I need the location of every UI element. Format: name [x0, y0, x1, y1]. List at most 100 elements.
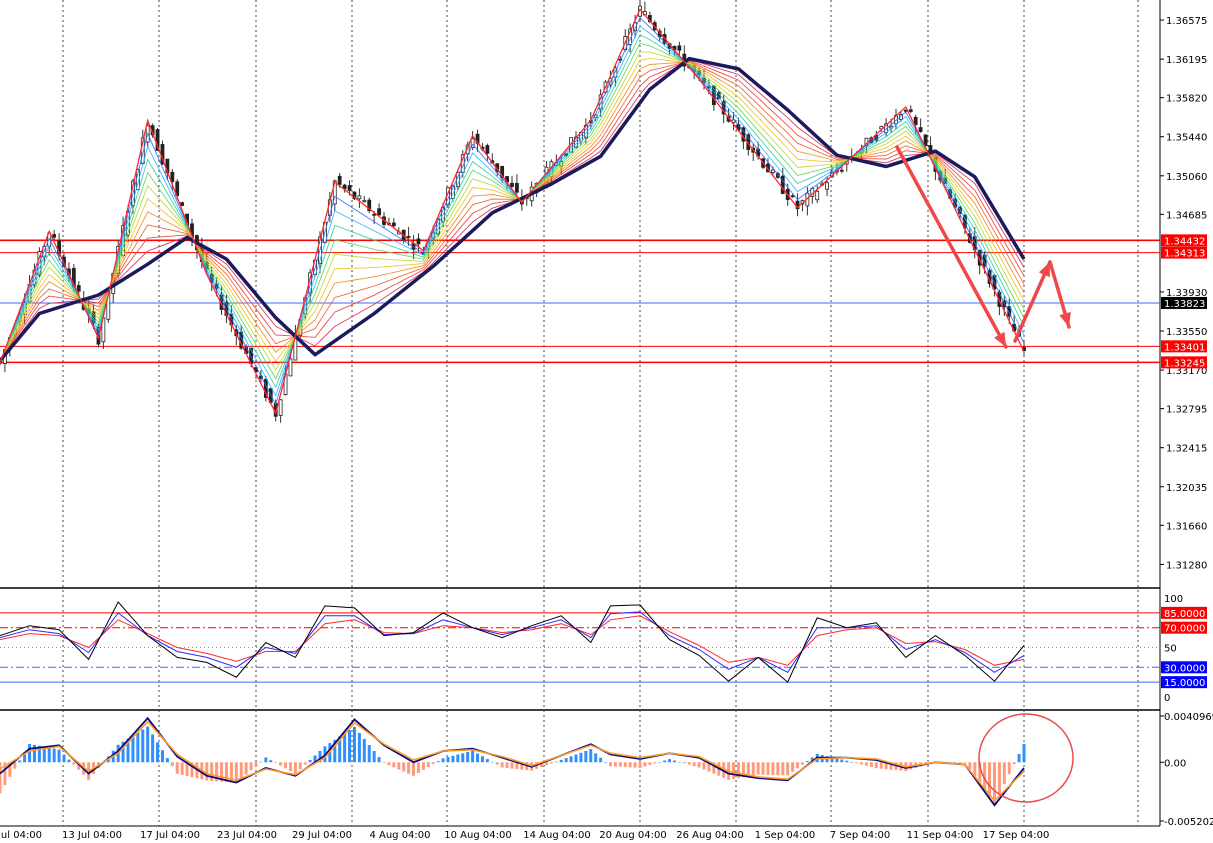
time-axis-label: 10 Aug 04:00 — [444, 830, 511, 841]
macd-histogram-bar — [874, 762, 878, 769]
macd-tick-label: 0.00 — [1164, 758, 1186, 769]
macd-histogram-bar — [682, 762, 686, 764]
macd-histogram-bar — [52, 748, 56, 763]
macd-histogram-bar — [751, 762, 755, 776]
macd-histogram-bar — [480, 756, 484, 763]
macd-histogram-bar — [500, 762, 504, 768]
macd-histogram-bar — [628, 762, 632, 768]
price-tick-label: 1.35820 — [1166, 94, 1207, 105]
macd-histogram-bar — [431, 762, 435, 765]
time-axis-label: 4 Aug 04:00 — [369, 830, 430, 841]
macd-histogram-bar — [495, 762, 499, 765]
macd-histogram-bar — [544, 762, 548, 766]
candle-body — [839, 169, 844, 172]
stoch-level-label: 30.0000 — [1164, 663, 1205, 674]
macd-histogram-bar — [476, 753, 480, 763]
time-axis-label: Jul 04:00 — [0, 830, 42, 841]
macd-histogram-bar — [855, 762, 859, 764]
macd-histogram-bar — [136, 732, 140, 763]
macd-histogram-bar — [441, 758, 445, 763]
macd-histogram-bar — [377, 757, 381, 763]
macd-histogram-bar — [471, 750, 475, 763]
macd-histogram-bar — [279, 762, 283, 766]
macd-histogram-bar — [466, 752, 470, 763]
candle-body — [337, 175, 342, 185]
price-tick-label: 1.33550 — [1166, 327, 1207, 338]
macd-histogram-bar — [180, 762, 184, 775]
macd-histogram-bar — [382, 762, 386, 764]
macd-histogram-bar — [416, 762, 420, 773]
macd-histogram-bar — [840, 759, 844, 763]
candle-body — [406, 235, 411, 238]
time-axis-label: 17 Sep 04:00 — [983, 830, 1050, 841]
candle-body — [416, 238, 421, 245]
macd-histogram-bar — [490, 761, 494, 763]
macd-histogram-bar — [47, 747, 51, 763]
price-tick-label: 1.35440 — [1166, 133, 1207, 144]
stoch-level-label: 70.0000 — [1164, 624, 1205, 635]
price-tick-label: 1.31660 — [1166, 521, 1207, 532]
candle-body — [377, 208, 381, 216]
macd-histogram-bar — [953, 762, 957, 763]
macd-histogram-bar — [594, 753, 598, 763]
candle-body — [908, 109, 913, 112]
candle-body — [923, 134, 928, 146]
macd-histogram-bar — [638, 762, 642, 768]
macd-histogram-bar — [72, 762, 76, 765]
macd-histogram-bar — [604, 761, 608, 763]
stoch-level-label: 85.0000 — [1164, 609, 1205, 620]
macd-histogram-bar — [446, 757, 450, 763]
macd-histogram-bar — [367, 745, 371, 763]
time-axis-label: 29 Jul 04:00 — [292, 830, 352, 841]
macd-histogram-bar — [579, 752, 583, 763]
macd-histogram-bar — [835, 758, 839, 763]
macd-histogram-bar — [761, 762, 765, 775]
macd-histogram-bar — [269, 760, 273, 763]
macd-histogram-bar — [992, 762, 996, 805]
macd-histogram-bar — [1022, 743, 1026, 763]
price-level-label: 1.33401 — [1164, 342, 1205, 353]
macd-histogram-bar — [732, 762, 736, 779]
macd-histogram-bar — [574, 754, 578, 763]
macd-histogram-bar — [796, 762, 800, 769]
macd-histogram-bar — [293, 762, 297, 774]
candle-body — [780, 175, 785, 194]
macd-histogram-bar — [663, 760, 667, 763]
macd-histogram-bar — [451, 755, 455, 763]
candle-body — [372, 213, 377, 216]
macd-histogram-bar — [658, 762, 662, 763]
macd-histogram-bar — [613, 762, 617, 767]
macd-histogram-bar — [623, 762, 627, 768]
macd-histogram-bar — [362, 738, 366, 763]
price-tick-label: 1.31280 — [1166, 560, 1207, 571]
candle-body — [815, 190, 820, 201]
price-tick-label: 1.35060 — [1166, 172, 1207, 183]
candle-body — [485, 145, 490, 154]
macd-histogram-bar — [776, 762, 780, 776]
macd-histogram-bar — [564, 758, 568, 763]
candle-body — [515, 183, 519, 193]
macd-histogram-bar — [239, 762, 243, 779]
macd-histogram-bar — [165, 758, 169, 763]
price-tick-label: 1.36195 — [1166, 55, 1207, 66]
macd-histogram-bar — [845, 760, 849, 763]
macd-histogram-bar — [1017, 753, 1021, 763]
candle-body — [362, 200, 367, 203]
macd-histogram-bar — [298, 762, 302, 770]
macd-histogram-bar — [584, 750, 588, 763]
price-level-label: 1.33245 — [1164, 358, 1205, 369]
macd-histogram-bar — [569, 756, 573, 763]
macd-histogram-bar — [608, 762, 612, 767]
macd-histogram-bar — [274, 762, 278, 763]
macd-histogram-bar — [343, 733, 347, 763]
candle-body — [180, 202, 185, 206]
macd-histogram-bar — [67, 759, 71, 763]
macd-histogram-bar — [259, 761, 263, 763]
macd-tick-label: 0.0040969 — [1164, 712, 1213, 723]
time-axis-label: 20 Aug 04:00 — [599, 830, 666, 841]
price-tick-label: 1.32415 — [1166, 444, 1207, 455]
macd-histogram-bar — [756, 762, 760, 775]
macd-histogram-bar — [387, 762, 391, 766]
macd-histogram-bar — [692, 762, 696, 767]
stoch-tick-label: 50 — [1164, 644, 1177, 655]
